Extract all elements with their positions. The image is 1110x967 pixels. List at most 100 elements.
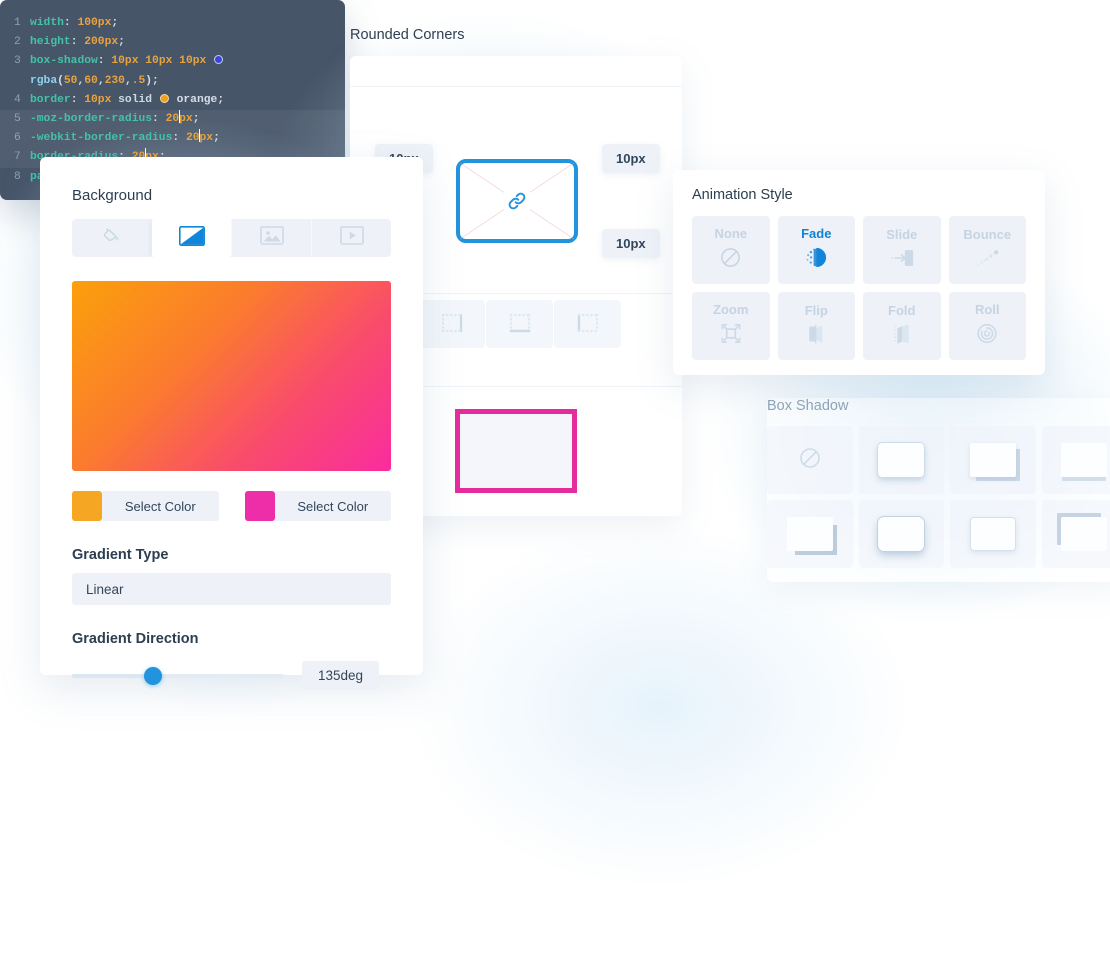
- radius-input-bottom-right[interactable]: 10px: [602, 229, 660, 258]
- code-token-punct: :: [64, 17, 78, 29]
- roll-icon: [975, 322, 999, 350]
- code-token-punct: :: [152, 113, 166, 125]
- box-icon: [1061, 443, 1107, 477]
- animation-label-bounce: Bounce: [963, 227, 1011, 242]
- code-token-value: 50: [64, 75, 78, 87]
- code-line-content: -webkit-border-radius: 20px;: [30, 129, 331, 148]
- code-token-keyword: solid: [118, 94, 152, 106]
- animation-style-panel: Animation Style None Fade: [673, 170, 1045, 375]
- box-shadow-option-outer-all[interactable]: [859, 426, 945, 494]
- box-icon: [970, 443, 1016, 477]
- code-token-value: 60: [84, 75, 98, 87]
- animation-option-none[interactable]: None: [692, 216, 770, 284]
- box-shadow-option-inner[interactable]: [950, 500, 1036, 568]
- code-token-value: 230: [105, 75, 125, 87]
- code-token-value: 200px: [84, 36, 118, 48]
- animation-label-fade: Fade: [801, 226, 831, 241]
- code-line: 1 width: 100px;: [0, 14, 345, 33]
- code-token-value: 20: [166, 113, 180, 125]
- code-token-value: 10px: [179, 55, 206, 67]
- background-panel: Background: [40, 157, 423, 675]
- paint-bucket-icon: [102, 226, 122, 251]
- corner-bottom-icon: [507, 309, 533, 340]
- box-shadow-option-right[interactable]: [767, 500, 853, 568]
- zoom-icon: [719, 322, 743, 350]
- code-line-content: -moz-border-radius: 20px;: [30, 110, 331, 129]
- corner-style-bottom-button[interactable]: [486, 300, 553, 348]
- animation-label-slide: Slide: [886, 227, 917, 242]
- slider-knob[interactable]: [144, 667, 162, 685]
- corner-left-icon: [575, 309, 601, 340]
- tab-solid-color[interactable]: [72, 219, 152, 257]
- code-token-punct: ;: [111, 17, 118, 29]
- animation-option-bounce[interactable]: Bounce: [949, 216, 1027, 284]
- image-icon: [260, 226, 284, 250]
- tab-gradient[interactable]: [152, 219, 232, 257]
- select-color-button-start[interactable]: Select Color: [102, 491, 219, 521]
- code-token-colorname: orange: [177, 94, 218, 106]
- animation-option-flip[interactable]: Flip: [778, 292, 856, 360]
- box-icon: [787, 517, 833, 551]
- code-token-property: -moz-border-radius: [30, 113, 152, 125]
- animation-option-zoom[interactable]: Zoom: [692, 292, 770, 360]
- box-shadow-option-none[interactable]: [767, 426, 853, 494]
- gradient-color-stops: Select Color Select Color: [72, 491, 391, 521]
- bounce-icon: [974, 247, 1001, 274]
- box-shadow-option-bottom[interactable]: [1042, 426, 1110, 494]
- animation-label-zoom: Zoom: [713, 302, 748, 317]
- flip-icon: [804, 323, 828, 350]
- fade-icon: [804, 246, 829, 274]
- line-number: 5: [14, 110, 30, 129]
- box-shadow-option-soft-all[interactable]: [859, 500, 945, 568]
- color-swatch-start[interactable]: [72, 491, 102, 521]
- animation-label-none: None: [715, 226, 748, 241]
- code-line: rgba(50,60,230,.5);: [0, 72, 345, 91]
- code-line-content: border: 10px solid orange;: [30, 91, 331, 110]
- code-token-value: 20: [186, 132, 200, 144]
- tab-video[interactable]: [312, 219, 391, 257]
- animation-style-title: Animation Style: [692, 187, 1026, 203]
- code-token-unit: px: [200, 132, 214, 144]
- animation-option-slide[interactable]: Slide: [863, 216, 941, 284]
- gradient-preview[interactable]: [72, 281, 391, 471]
- radius-input-top-right[interactable]: 10px: [602, 144, 660, 173]
- animation-option-fold[interactable]: Fold: [863, 292, 941, 360]
- gradient-type-select[interactable]: Linear: [72, 573, 391, 605]
- gradient-direction-control: 135deg: [72, 661, 391, 690]
- code-token-punct: ,: [98, 75, 105, 87]
- gradient-direction-label: Gradient Direction: [72, 631, 391, 647]
- animation-label-roll: Roll: [975, 302, 1000, 317]
- code-token-punct: :: [71, 94, 85, 106]
- corner-style-left-button[interactable]: [554, 300, 621, 348]
- code-line-content: rgba(50,60,230,.5);: [30, 72, 331, 91]
- rounded-corners-title: Rounded Corners: [350, 27, 464, 43]
- code-token-punct: [170, 94, 177, 106]
- line-number: 2: [14, 33, 30, 52]
- video-icon: [340, 226, 364, 250]
- animation-option-fade[interactable]: Fade: [778, 216, 856, 284]
- corner-style-top-right-button[interactable]: [418, 300, 485, 348]
- box-shadow-option-bottom-right[interactable]: [950, 426, 1036, 494]
- box-shadow-option-top-left[interactable]: [1042, 500, 1110, 568]
- fold-icon: [890, 323, 914, 350]
- select-color-button-end[interactable]: Select Color: [275, 491, 392, 521]
- code-token-value: .5: [132, 75, 146, 87]
- background-title: Background: [72, 187, 391, 204]
- box-shadow-title: Box Shadow: [767, 398, 1110, 414]
- code-token-punct: ;: [213, 132, 220, 144]
- color-swatch-end[interactable]: [245, 491, 275, 521]
- code-token-value: 10px: [145, 55, 172, 67]
- no-entry-icon: [798, 446, 822, 475]
- color-dot-blue: [214, 55, 223, 64]
- gradient-direction-value[interactable]: 135deg: [302, 661, 379, 690]
- rounded-corners-pink-preview: [455, 409, 577, 493]
- animation-option-roll[interactable]: Roll: [949, 292, 1027, 360]
- tab-image[interactable]: [232, 219, 312, 257]
- animation-label-flip: Flip: [805, 303, 828, 318]
- line-number: [14, 72, 30, 91]
- gradient-direction-slider[interactable]: [72, 674, 284, 678]
- code-line-content: height: 200px;: [30, 33, 331, 52]
- code-token-punct: :: [71, 36, 85, 48]
- gradient-stop-2: Select Color: [245, 491, 392, 521]
- code-line: 5 -moz-border-radius: 20px;: [0, 110, 345, 129]
